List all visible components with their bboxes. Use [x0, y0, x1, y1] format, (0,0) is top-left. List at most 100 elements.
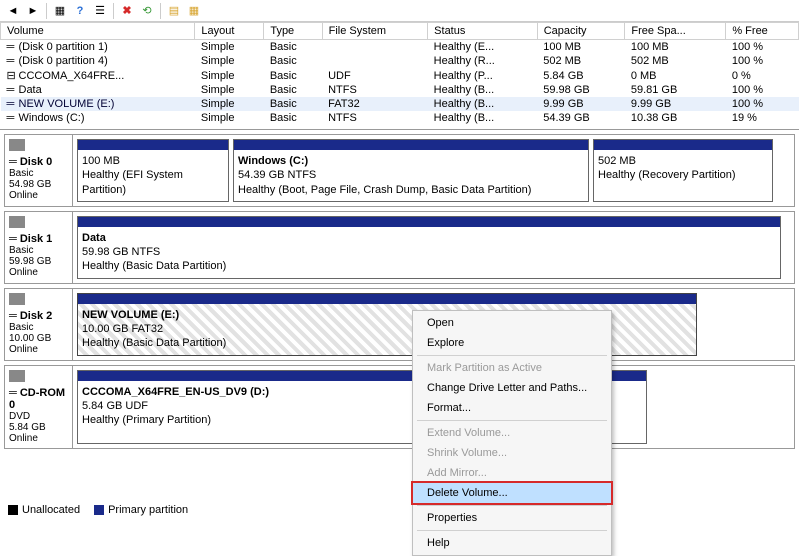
partition[interactable]: 100 MBHealthy (EFI System Partition)	[77, 139, 229, 202]
refresh-icon[interactable]: ⟲	[138, 2, 156, 20]
table-cell: 100 MB	[537, 40, 625, 55]
column-header[interactable]: Type	[264, 23, 322, 40]
table-row[interactable]: ═(Disk 0 partition 4)SimpleBasicHealthy …	[1, 54, 799, 68]
table-cell: Simple	[195, 68, 264, 83]
legend-unallocated: Unallocated	[22, 504, 80, 516]
table-cell: 502 MB	[537, 54, 625, 68]
column-header[interactable]: Status	[428, 23, 538, 40]
table-row[interactable]: ═Windows (C:)SimpleBasicNTFSHealthy (B..…	[1, 111, 799, 125]
disk-label[interactable]: ═ Disk 1Basic59.98 GBOnline	[5, 212, 73, 283]
table-cell: Basic	[264, 40, 322, 55]
partition[interactable]: 502 MBHealthy (Recovery Partition)	[593, 139, 773, 202]
table-cell: FAT32	[322, 97, 428, 111]
table-cell: Basic	[264, 68, 322, 83]
list-icon[interactable]: ▤	[165, 2, 183, 20]
table-cell: Simple	[195, 97, 264, 111]
table-cell: 19 %	[726, 111, 799, 125]
unallocated-swatch	[8, 505, 18, 515]
delete-icon[interactable]: ✖	[118, 2, 136, 20]
table-cell: 5.84 GB	[537, 68, 625, 83]
table-row[interactable]: ═DataSimpleBasicNTFSHealthy (B...59.98 G…	[1, 83, 799, 97]
column-header[interactable]: Layout	[195, 23, 264, 40]
disk-label[interactable]: ═ Disk 2Basic10.00 GBOnline	[5, 289, 73, 360]
disk-icon	[9, 139, 25, 151]
disk-icon	[9, 216, 25, 228]
table-cell: 0 MB	[625, 68, 726, 83]
table-cell: 10.38 GB	[625, 111, 726, 125]
table-cell: 0 %	[726, 68, 799, 83]
grid-icon[interactable]: ▦	[185, 2, 203, 20]
menu-item[interactable]: Properties	[413, 508, 611, 528]
table-cell: 502 MB	[625, 54, 726, 68]
disk-icon	[9, 293, 25, 305]
table-cell: 100 %	[726, 97, 799, 111]
table-row[interactable]: ═(Disk 0 partition 1)SimpleBasicHealthy …	[1, 40, 799, 55]
partition-bar	[78, 140, 228, 150]
table-row[interactable]: ⊟CCCOMA_X64FRE...SimpleBasicUDFHealthy (…	[1, 68, 799, 83]
disk-row: ═ Disk 1Basic59.98 GBOnlineData59.98 GB …	[4, 211, 795, 284]
menu-item: Mark Partition as Active	[413, 358, 611, 378]
partition[interactable]: Windows (C:)54.39 GB NTFSHealthy (Boot, …	[233, 139, 589, 202]
table-cell: Basic	[264, 111, 322, 125]
table-cell: NTFS	[322, 111, 428, 125]
partition-bar	[234, 140, 588, 150]
forward-icon[interactable]: ►	[24, 2, 42, 20]
disk-row: ═ Disk 2Basic10.00 GBOnlineNEW VOLUME (E…	[4, 288, 795, 361]
table-cell: 54.39 GB	[537, 111, 625, 125]
menu-item[interactable]: Help	[413, 533, 611, 553]
menu-item[interactable]: Format...	[413, 398, 611, 418]
show-icon[interactable]: ▦	[51, 2, 69, 20]
table-cell: ═NEW VOLUME (E:)	[1, 97, 195, 111]
table-cell: ═(Disk 0 partition 1)	[1, 40, 195, 55]
menu-item[interactable]: Explore	[413, 333, 611, 353]
menu-item[interactable]: Change Drive Letter and Paths...	[413, 378, 611, 398]
context-menu: OpenExplore Mark Partition as ActiveChang…	[412, 310, 612, 556]
table-row[interactable]: ═NEW VOLUME (E:)SimpleBasicFAT32Healthy …	[1, 97, 799, 111]
table-cell: UDF	[322, 68, 428, 83]
back-icon[interactable]: ◄	[4, 2, 22, 20]
table-cell: Simple	[195, 111, 264, 125]
menu-item: Shrink Volume...	[413, 443, 611, 463]
table-cell: Healthy (P...	[428, 68, 538, 83]
table-cell: Simple	[195, 83, 264, 97]
table-cell: ═(Disk 0 partition 4)	[1, 54, 195, 68]
disk-icon	[9, 370, 25, 382]
partition-bar	[78, 217, 780, 227]
column-header[interactable]: Free Spa...	[625, 23, 726, 40]
table-cell: ═Windows (C:)	[1, 111, 195, 125]
table-cell: Healthy (E...	[428, 40, 538, 55]
table-cell: 9.99 GB	[625, 97, 726, 111]
disk-label[interactable]: ═ Disk 0Basic54.98 GBOnline	[5, 135, 73, 206]
disk-row: ═ CD-ROM 0DVD5.84 GBOnlineCCCOMA_X64FRE_…	[4, 365, 795, 449]
column-header[interactable]: Capacity	[537, 23, 625, 40]
disk-label[interactable]: ═ CD-ROM 0DVD5.84 GBOnline	[5, 366, 73, 448]
tree-icon[interactable]: ☰	[91, 2, 109, 20]
column-header[interactable]: % Free	[726, 23, 799, 40]
column-header[interactable]: Volume	[1, 23, 195, 40]
table-cell: ⊟CCCOMA_X64FRE...	[1, 68, 195, 83]
table-cell: NTFS	[322, 83, 428, 97]
table-cell: ═Data	[1, 83, 195, 97]
help-icon[interactable]: ?	[71, 2, 89, 20]
partition[interactable]: Data59.98 GB NTFSHealthy (Basic Data Par…	[77, 216, 781, 279]
table-cell: 100 %	[726, 83, 799, 97]
column-header[interactable]: File System	[322, 23, 428, 40]
table-cell: Basic	[264, 83, 322, 97]
table-cell: 100 %	[726, 54, 799, 68]
legend: Unallocated Primary partition	[8, 504, 188, 516]
table-cell	[322, 54, 428, 68]
disk-row: ═ Disk 0Basic54.98 GBOnline100 MBHealthy…	[4, 134, 795, 207]
menu-item[interactable]: Open	[413, 313, 611, 333]
menu-item: Add Mirror...	[413, 463, 611, 483]
table-cell: 59.98 GB	[537, 83, 625, 97]
table-cell: Basic	[264, 54, 322, 68]
table-cell: Healthy (B...	[428, 97, 538, 111]
toolbar: ◄ ► ▦ ? ☰ ✖ ⟲ ▤ ▦	[0, 0, 799, 22]
table-cell: 100 MB	[625, 40, 726, 55]
table-cell: Basic	[264, 97, 322, 111]
table-cell: Simple	[195, 54, 264, 68]
volume-table: VolumeLayoutTypeFile SystemStatusCapacit…	[0, 22, 799, 125]
table-cell: Healthy (B...	[428, 111, 538, 125]
menu-item[interactable]: Delete Volume...	[413, 483, 611, 503]
partition-bar	[78, 294, 696, 304]
